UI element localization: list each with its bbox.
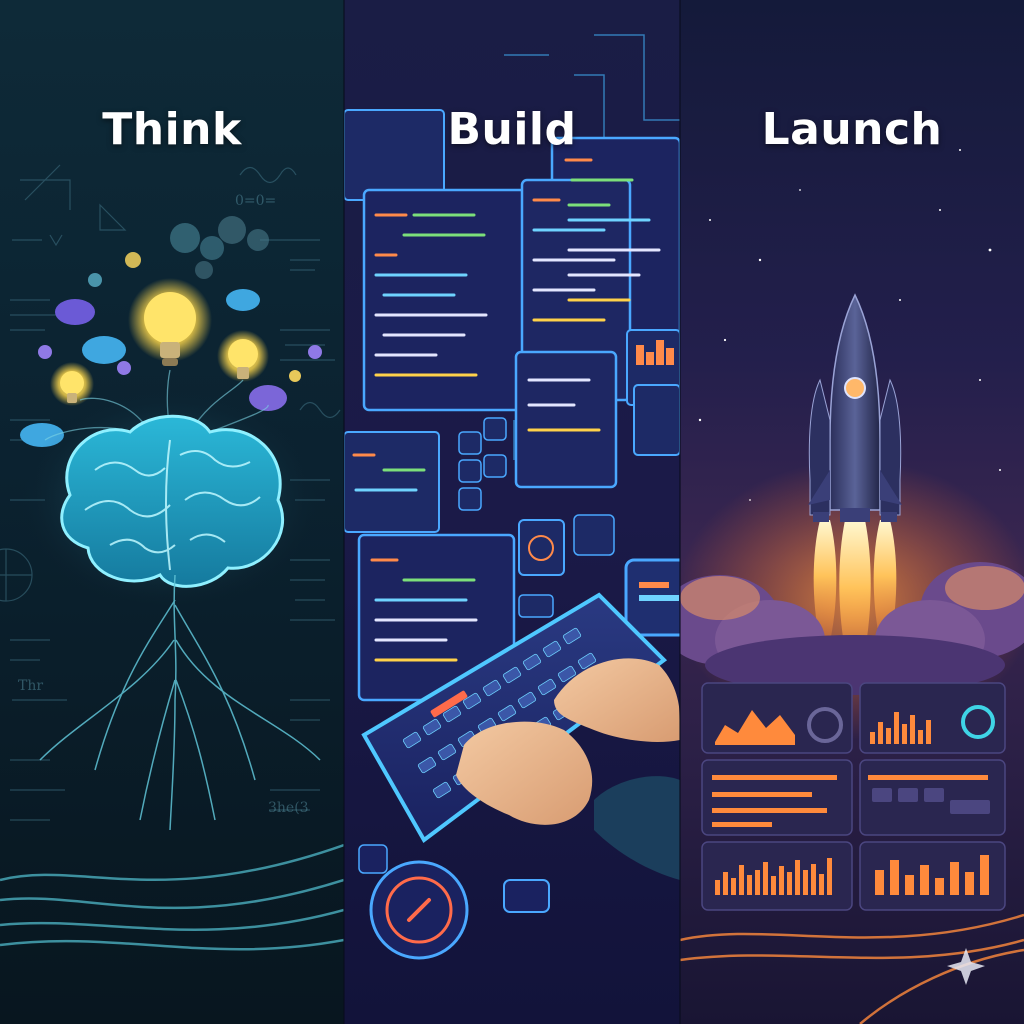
panel-think: 0=0= Thr 3he(3 Think — [0, 0, 344, 1024]
tablet — [624, 558, 680, 637]
svg-text:0=0=: 0=0= — [235, 193, 276, 209]
panel-launch: Launch — [680, 0, 1024, 1024]
compass-dial — [358, 844, 550, 960]
lightbulb-icon — [217, 330, 269, 382]
rocket-icon — [808, 293, 902, 522]
panel-divider — [343, 0, 345, 1024]
wave-lines — [0, 843, 344, 951]
panel-build: Build — [344, 0, 680, 1024]
panel-title-think: Think — [102, 104, 242, 155]
panel-title-launch: Launch — [761, 104, 943, 155]
svg-text:Thr: Thr — [18, 678, 43, 694]
brain-icon — [60, 414, 285, 588]
svg-text:3he(3: 3he(3 — [268, 800, 309, 816]
panel-divider — [679, 0, 681, 1024]
brain-roots — [39, 574, 321, 831]
triptych-scene: 0=0= Thr 3he(3 Think Build Launch — [0, 0, 1024, 1024]
lightbulb-icon — [128, 278, 212, 366]
panel-title-build: Build — [447, 104, 577, 155]
lightbulb-icon — [50, 362, 94, 406]
